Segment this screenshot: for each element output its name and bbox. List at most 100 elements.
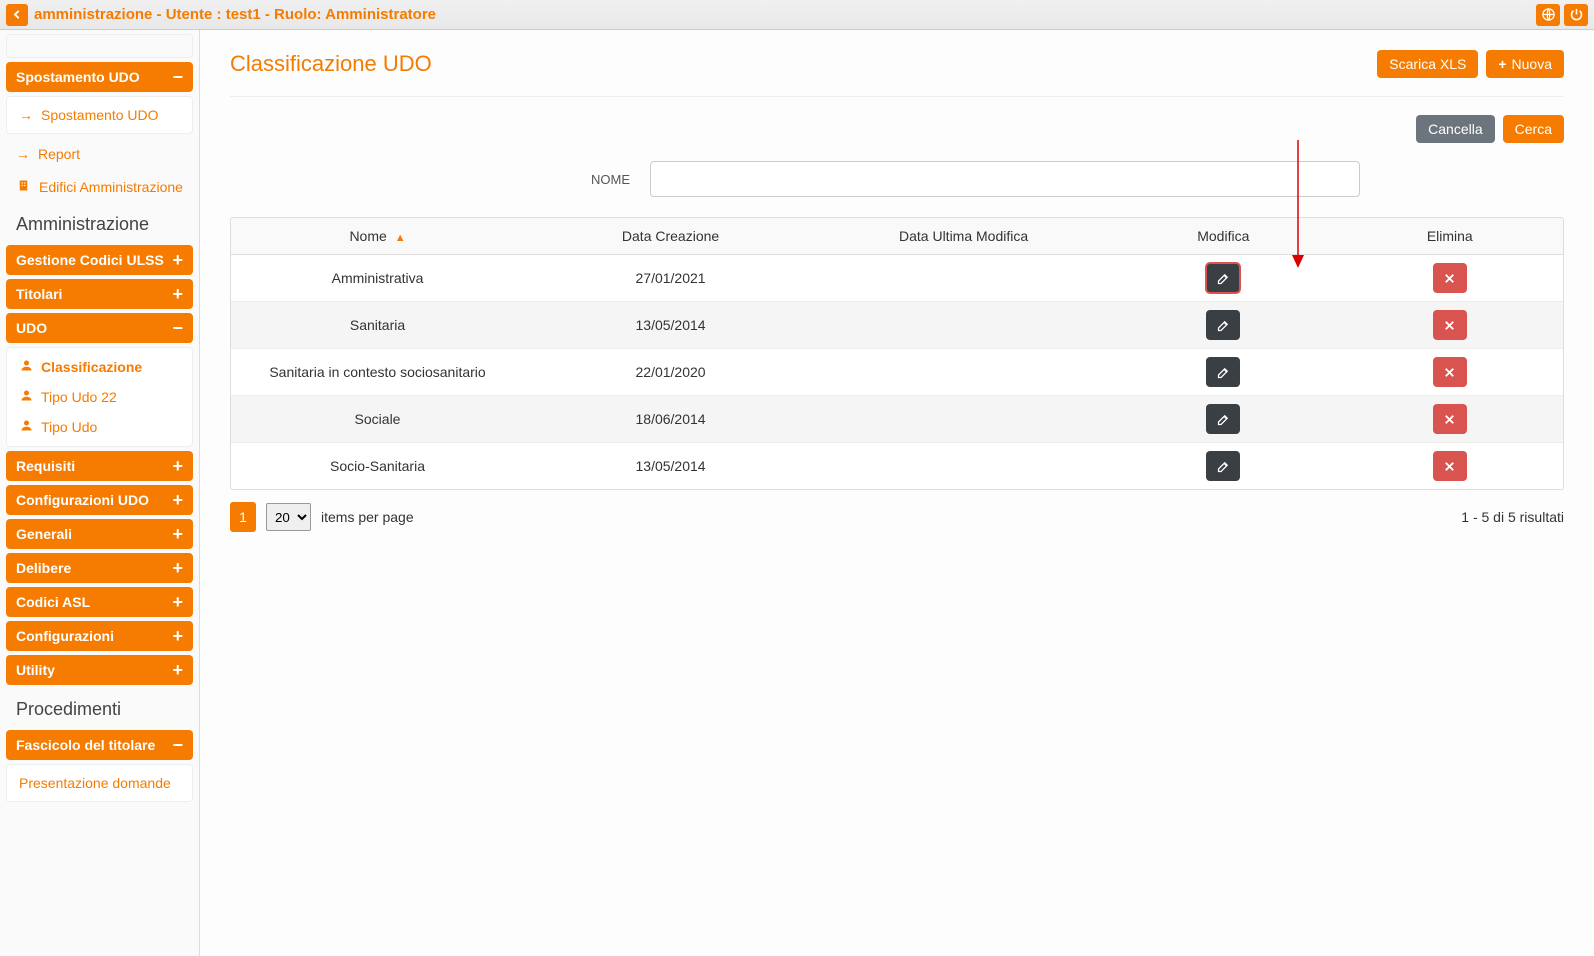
delete-button[interactable]	[1433, 404, 1467, 434]
cell-nome: Amministrativa	[231, 255, 524, 302]
cell-nome: Sociale	[231, 396, 524, 443]
plus-icon: +	[172, 491, 183, 509]
download-xls-button[interactable]: Scarica XLS	[1377, 50, 1478, 78]
sidebar-panel-label: UDO	[16, 320, 47, 336]
sidebar-panel-udo[interactable]: UDO −	[6, 313, 193, 343]
plus-icon: +	[172, 457, 183, 475]
col-nome[interactable]: Nome ▲	[231, 218, 524, 255]
sidebar-item-tipo-udo[interactable]: Tipo Udo	[7, 412, 192, 442]
edit-button[interactable]	[1206, 451, 1240, 481]
sidebar-panel-label: Generali	[16, 526, 72, 542]
building-icon	[16, 178, 31, 196]
arrow-right-icon: →	[19, 107, 33, 123]
page-size-select[interactable]: 20	[266, 503, 311, 531]
sidebar-item-label: Report	[38, 146, 80, 162]
delete-button[interactable]	[1433, 357, 1467, 387]
sidebar-panel-requisiti[interactable]: Requisiti +	[6, 451, 193, 481]
col-data-creazione[interactable]: Data Creazione	[524, 218, 817, 255]
minus-icon: −	[172, 319, 183, 337]
cell-nome: Sanitaria	[231, 302, 524, 349]
current-page[interactable]: 1	[230, 502, 256, 532]
col-elimina: Elimina	[1337, 218, 1563, 255]
pager: 1 20 items per page 1 - 5 di 5 risultati	[230, 502, 1564, 532]
app-title: amministrazione - Utente : test1 - Ruolo…	[34, 6, 436, 23]
sidebar-item-label: Spostamento UDO	[41, 107, 159, 123]
cell-creazione: 22/01/2020	[524, 349, 817, 396]
sidebar-item-edifici[interactable]: Edifici Amministrazione	[4, 170, 195, 204]
plus-icon: +	[172, 593, 183, 611]
sidebar-section-amministrazione: Amministrazione	[4, 204, 195, 241]
cell-modifica	[817, 349, 1110, 396]
sidebar-item-tipo-udo-22[interactable]: Tipo Udo 22	[7, 382, 192, 412]
sidebar-section-procedimenti: Procedimenti	[4, 689, 195, 726]
sidebar-panel-label: Gestione Codici ULSS	[16, 252, 164, 268]
topbar: amministrazione - Utente : test1 - Ruolo…	[0, 0, 1594, 30]
nome-label: NOME	[230, 172, 650, 187]
new-button[interactable]: + Nuova	[1486, 50, 1564, 78]
sidebar-panel-titolari[interactable]: Titolari +	[6, 279, 193, 309]
user-icon	[19, 358, 33, 376]
globe-icon[interactable]	[1536, 4, 1560, 26]
minus-icon: −	[172, 736, 183, 754]
sidebar-item-report[interactable]: → Report	[4, 138, 195, 170]
sidebar-panel-label: Requisiti	[16, 458, 75, 474]
sidebar-item-presentazione-domande[interactable]: Presentazione domande	[7, 769, 192, 797]
plus-icon: +	[172, 627, 183, 645]
plus-icon: +	[1498, 56, 1506, 72]
cell-modifica	[817, 396, 1110, 443]
edit-button[interactable]	[1206, 310, 1240, 340]
button-label: Nuova	[1512, 56, 1552, 72]
cell-creazione: 13/05/2014	[524, 443, 817, 490]
sidebar-panel-codici-asl[interactable]: Codici ASL +	[6, 587, 193, 617]
delete-button[interactable]	[1433, 263, 1467, 293]
nome-input[interactable]	[650, 161, 1360, 197]
sidebar-item-label: Tipo Udo	[41, 419, 97, 435]
sidebar-panel-label: Codici ASL	[16, 594, 90, 610]
sidebar: Spostamento UDO − → Spostamento UDO → Re…	[0, 30, 200, 956]
plus-icon: +	[172, 661, 183, 679]
sort-asc-icon: ▲	[395, 232, 406, 244]
sidebar-panel-label: Configurazioni	[16, 628, 114, 644]
edit-button[interactable]	[1206, 357, 1240, 387]
table-row: Sanitaria in contesto sociosanitario22/0…	[231, 349, 1563, 396]
edit-button[interactable]	[1206, 263, 1240, 293]
user-icon	[19, 388, 33, 406]
results-table: Nome ▲ Data Creazione Data Ultima Modifi…	[230, 217, 1564, 490]
edit-button[interactable]	[1206, 404, 1240, 434]
cell-modifica	[817, 443, 1110, 490]
minus-icon: −	[172, 68, 183, 86]
cell-creazione: 18/06/2014	[524, 396, 817, 443]
sidebar-panel-configurazioni[interactable]: Configurazioni +	[6, 621, 193, 651]
sidebar-panel-delibere[interactable]: Delibere +	[6, 553, 193, 583]
sidebar-item-label: Classificazione	[41, 359, 142, 375]
plus-icon: +	[172, 285, 183, 303]
sidebar-panel-gestione-codici[interactable]: Gestione Codici ULSS +	[6, 245, 193, 275]
col-data-modifica[interactable]: Data Ultima Modifica	[817, 218, 1110, 255]
sidebar-panel-generali[interactable]: Generali +	[6, 519, 193, 549]
sidebar-item-label: Presentazione domande	[19, 775, 171, 791]
plus-icon: +	[172, 251, 183, 269]
table-row: Sociale18/06/2014	[231, 396, 1563, 443]
table-row: Socio-Sanitaria13/05/2014	[231, 443, 1563, 490]
sidebar-truncated-item	[6, 34, 193, 58]
sidebar-panel-configurazioni-udo[interactable]: Configurazioni UDO +	[6, 485, 193, 515]
plus-icon: +	[172, 525, 183, 543]
sidebar-panel-label: Utility	[16, 662, 55, 678]
delete-button[interactable]	[1433, 310, 1467, 340]
power-icon[interactable]	[1564, 4, 1588, 26]
sidebar-panel-label: Configurazioni UDO	[16, 492, 149, 508]
table-row: Sanitaria13/05/2014	[231, 302, 1563, 349]
sidebar-panel-utility[interactable]: Utility +	[6, 655, 193, 685]
table-row: Amministrativa27/01/2021	[231, 255, 1563, 302]
page-title: Classificazione UDO	[230, 51, 432, 77]
items-per-page-label: items per page	[321, 509, 414, 525]
cell-modifica	[817, 302, 1110, 349]
sidebar-item-classificazione[interactable]: Classificazione	[7, 352, 192, 382]
sidebar-panel-spostamento[interactable]: Spostamento UDO −	[6, 62, 193, 92]
sidebar-panel-fascicolo[interactable]: Fascicolo del titolare −	[6, 730, 193, 760]
sidebar-item-spostamento-udo[interactable]: → Spostamento UDO	[7, 101, 192, 129]
search-button[interactable]: Cerca	[1503, 115, 1564, 143]
cancel-button[interactable]: Cancella	[1416, 115, 1494, 143]
delete-button[interactable]	[1433, 451, 1467, 481]
sidebar-collapse-button[interactable]	[6, 4, 28, 26]
